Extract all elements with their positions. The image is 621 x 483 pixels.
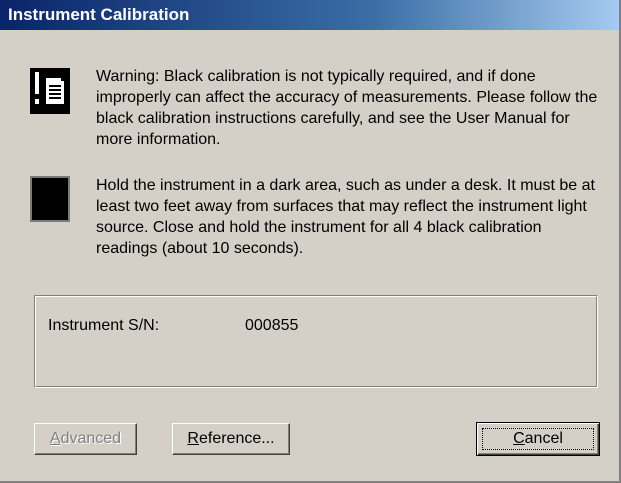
reference-button[interactable]: Reference...	[172, 423, 290, 455]
group-frame	[35, 296, 597, 387]
window-title: Instrument Calibration	[8, 5, 190, 24]
title-bar[interactable]: Instrument Calibration	[0, 0, 619, 30]
serial-number-value: 000855	[245, 317, 299, 334]
reference-button-label: Reference...	[187, 430, 275, 447]
cancel-button-label: Cancel	[513, 430, 563, 447]
document-warning-icon	[30, 68, 70, 114]
advanced-button[interactable]: Advanced	[34, 423, 137, 455]
advanced-button-label: Advanced	[49, 430, 122, 447]
black-calibration-tile-icon	[30, 176, 70, 222]
instrument-calibration-dialog: Instrument Calibration Warning: Black ca…	[0, 0, 621, 483]
warning-message: Warning: Black calibration is not typica…	[96, 68, 598, 148]
instrument-info-group: Instrument S/N: 000855	[34, 295, 598, 388]
serial-number-label: Instrument S/N:	[48, 317, 160, 334]
cancel-button[interactable]: Cancel	[476, 422, 600, 456]
instruction-message: Hold the instrument in a dark area, such…	[96, 177, 595, 257]
